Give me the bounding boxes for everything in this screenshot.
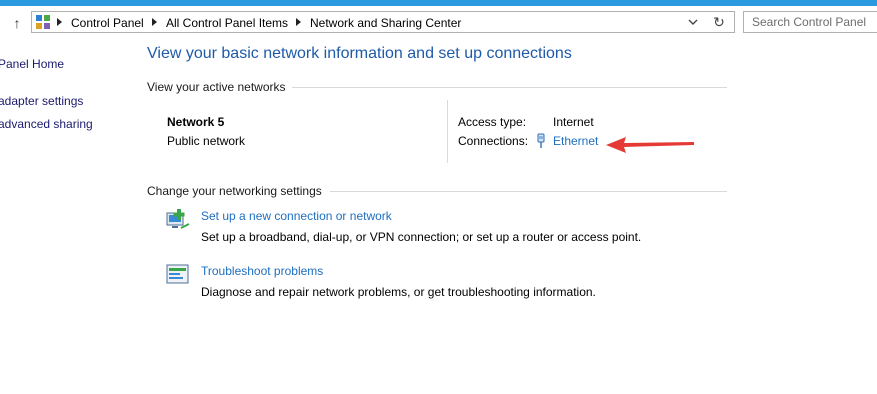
breadcrumb-network-sharing[interactable]: Network and Sharing Center [310,15,461,31]
breadcrumb-separator-icon [296,18,301,26]
sidebar-item-control-panel-home[interactable]: Panel Home [0,57,64,71]
ethernet-connection-link[interactable]: Ethernet [553,134,598,148]
new-connection-icon [166,209,190,229]
page-title: View your basic network information and … [147,45,572,62]
refresh-icon[interactable]: ↻ [710,13,728,31]
section-divider [292,87,727,88]
sidebar-item-change-advanced-sharing[interactable]: advanced sharing [0,117,93,131]
networking-settings-heading: Change your networking settings [147,184,322,198]
ethernet-icon [537,133,545,148]
network-name: Network 5 [167,115,225,129]
access-type-label: Access type: [458,115,527,129]
chevron-down-icon[interactable] [686,15,700,29]
breadcrumb-control-panel[interactable]: Control Panel [71,15,144,31]
search-box[interactable] [743,11,877,33]
breadcrumb-separator-icon [57,18,62,26]
setup-connection-description: Set up a broadband, dial-up, or VPN conn… [201,230,642,244]
address-bar[interactable]: Control Panel All Control Panel Items Ne… [31,11,735,33]
breadcrumb-separator-icon [152,18,157,26]
sidebar-item-change-adapter-settings[interactable]: adapter settings [0,94,83,108]
navigation-bar: ↑ Control Panel All Control Panel Items … [0,6,877,38]
connections-label: Connections: [458,134,529,148]
control-panel-icon [36,15,50,29]
section-divider [330,191,727,192]
up-arrow-icon[interactable]: ↑ [10,16,24,30]
breadcrumb-all-items[interactable]: All Control Panel Items [166,15,288,31]
vertical-divider [447,100,448,163]
setup-connection-link[interactable]: Set up a new connection or network [201,209,392,223]
troubleshoot-description: Diagnose and repair network problems, or… [201,285,596,299]
active-networks-heading: View your active networks [147,80,286,94]
red-arrow-annotation [606,137,694,153]
search-input[interactable] [744,12,874,32]
access-type-value: Internet [553,115,594,129]
troubleshoot-icon [166,264,189,284]
troubleshoot-link[interactable]: Troubleshoot problems [201,264,323,278]
network-type: Public network [167,134,246,148]
